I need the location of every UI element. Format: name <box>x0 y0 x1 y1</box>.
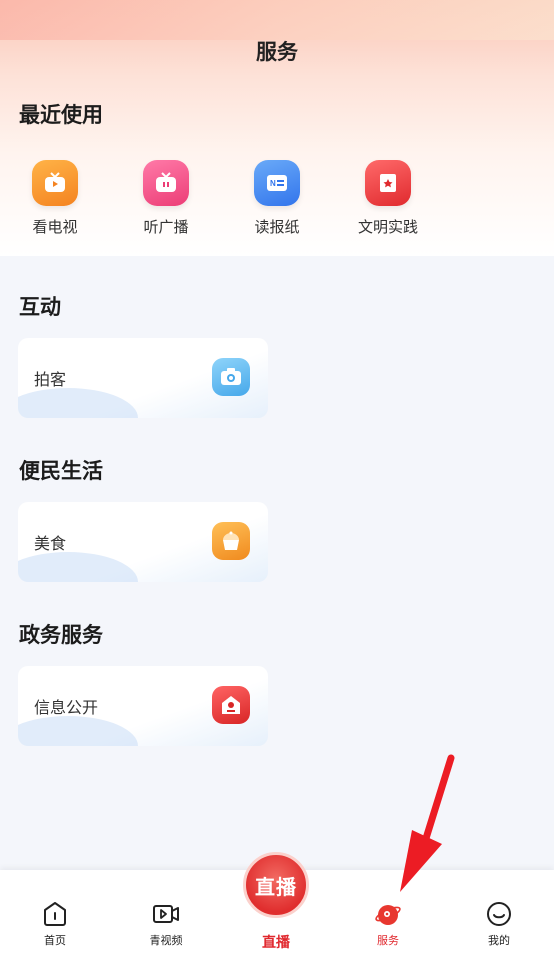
tab-video[interactable]: 青视频 <box>111 870 221 956</box>
live-badge: 直播 <box>243 852 309 918</box>
tab-label: 服务 <box>377 935 399 947</box>
tab-service[interactable]: 服务 <box>333 870 443 956</box>
book-icon <box>365 160 411 206</box>
government-section-title: 政务服务 <box>19 624 103 647</box>
card-label: 拍客 <box>34 372 67 389</box>
recent-item-tv[interactable]: 看电视 <box>10 160 100 237</box>
recent-section-title: 最近使用 <box>19 104 103 127</box>
card-label: 信息公开 <box>34 700 99 717</box>
card-food[interactable]: 美食 <box>18 502 268 582</box>
video-icon <box>153 905 179 923</box>
life-section-title: 便民生活 <box>19 460 103 483</box>
page-title: 服务 <box>256 41 298 64</box>
live-label: 直播 <box>262 934 290 950</box>
recent-item-label: 读报纸 <box>254 219 300 236</box>
interaction-section-title: 互动 <box>19 296 61 319</box>
tab-home[interactable]: 首页 <box>0 870 110 956</box>
tab-mine[interactable]: 我的 <box>444 870 554 956</box>
service-planet-icon <box>375 905 401 925</box>
tab-label: 青视频 <box>149 935 183 947</box>
card-label: 美食 <box>34 536 67 553</box>
tab-label: 首页 <box>44 935 66 947</box>
smile-icon <box>487 902 511 926</box>
recent-list: 看电视 听广播 N 读报纸 文明实践 <box>0 160 554 240</box>
card-paike[interactable]: 拍客 <box>18 338 268 418</box>
tab-label: 我的 <box>488 935 510 947</box>
live-badge-text: 直播 <box>255 876 297 899</box>
government-house-icon <box>212 686 250 724</box>
camera-icon <box>212 358 250 396</box>
recent-item-radio[interactable]: 听广播 <box>121 160 211 237</box>
cake-icon <box>212 522 250 560</box>
recent-item-label: 文明实践 <box>357 219 418 236</box>
card-info-public[interactable]: 信息公开 <box>18 666 268 746</box>
home-icon <box>44 902 66 926</box>
recent-item-label: 看电视 <box>32 219 78 236</box>
recent-item-newspaper[interactable]: N 读报纸 <box>232 160 322 237</box>
tv-icon <box>32 160 78 206</box>
svg-text:N: N <box>270 179 276 188</box>
live-button[interactable]: 直播 直播 <box>241 852 311 956</box>
recent-item-label: 听广播 <box>143 219 189 236</box>
newspaper-icon: N <box>254 160 300 206</box>
recent-item-civilization[interactable]: 文明实践 <box>343 160 433 237</box>
radio-icon <box>143 160 189 206</box>
